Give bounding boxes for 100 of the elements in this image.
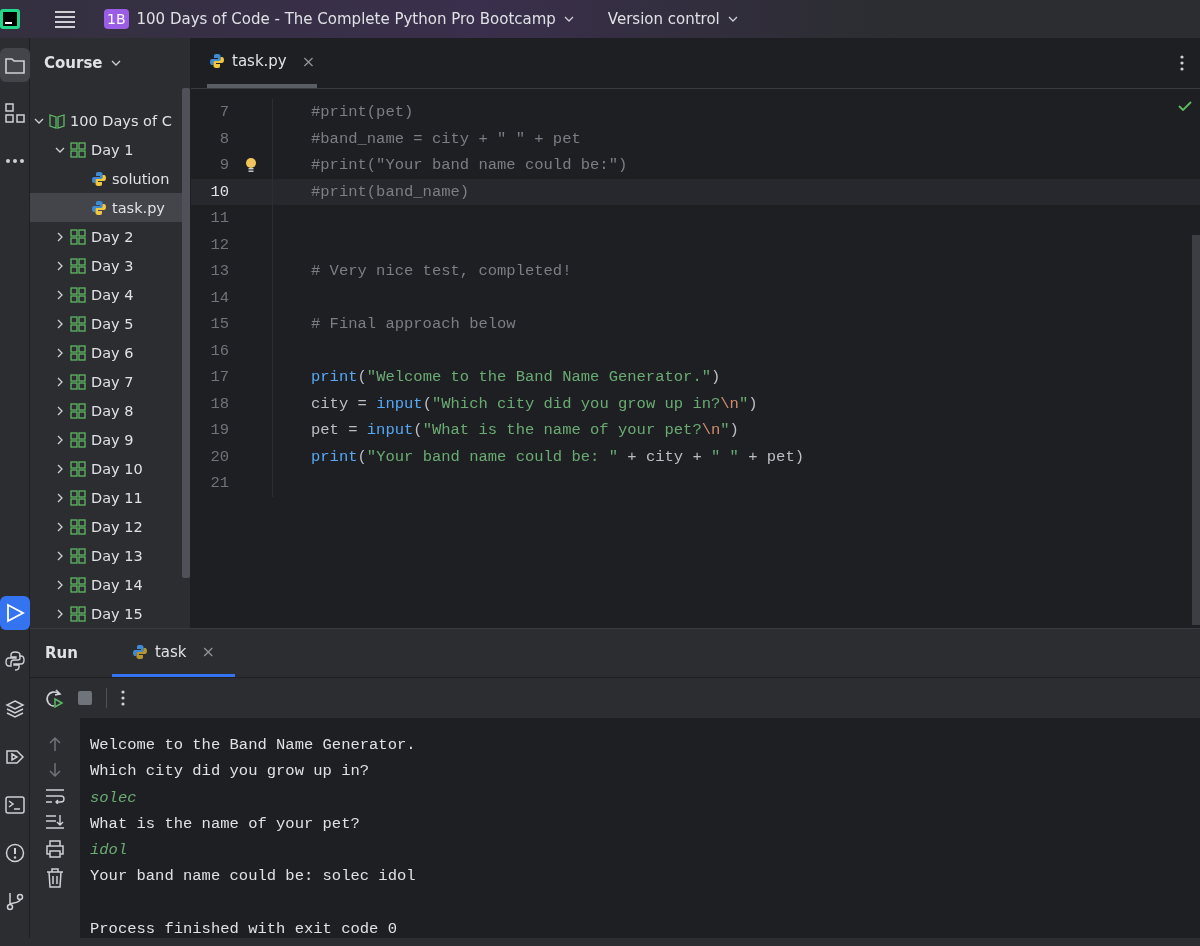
project-selector[interactable]: 1B 100 Days of Code - The Complete Python Pro Bootcamp: [100, 5, 578, 33]
more-icon: [5, 158, 25, 164]
close-tab-button[interactable]: ×: [301, 51, 316, 71]
grid-icon: [70, 518, 86, 535]
line-number: 19: [209, 421, 229, 440]
app-logo-icon: [0, 9, 20, 29]
tree-item[interactable]: Day 7: [30, 367, 182, 396]
chevron-icon[interactable]: [55, 492, 65, 503]
tree-item[interactable]: Day 13: [30, 541, 182, 570]
more-options-icon[interactable]: [121, 690, 125, 706]
grid-icon: [70, 141, 86, 158]
chevron-icon[interactable]: [55, 405, 65, 416]
console-output: What is the name of your pet?: [90, 813, 361, 835]
scrollbar[interactable]: [182, 88, 190, 578]
chevron-icon[interactable]: [55, 260, 65, 271]
tree-item[interactable]: 100 Days of C: [30, 106, 182, 135]
book-icon: [49, 112, 65, 129]
tree-item[interactable]: task.py: [30, 193, 182, 222]
tree-item[interactable]: Day 11: [30, 483, 182, 512]
line-number: 7: [218, 103, 229, 122]
console-output: Process finished with exit code 0: [90, 919, 398, 941]
python-icon: [5, 651, 25, 671]
rerun-icon[interactable]: [44, 688, 64, 708]
console-output: Your band name could be: solec idol: [90, 866, 416, 888]
print-icon[interactable]: [45, 840, 65, 858]
code-line: city = input("Which city did you grow up in?\n"): [310, 394, 758, 413]
soft-wrap-icon[interactable]: [45, 788, 65, 804]
code-line: #print(pet): [310, 103, 414, 122]
tree-item[interactable]: Day 1: [30, 135, 182, 164]
arrow-down-icon[interactable]: [48, 762, 62, 778]
file-tab[interactable]: task.py ×: [207, 38, 318, 88]
tree-item[interactable]: Day 15: [30, 599, 182, 628]
line-number: 20: [209, 447, 229, 466]
chevron-icon[interactable]: [55, 550, 65, 561]
grid-icon: [70, 576, 86, 593]
line-number: 9: [218, 156, 229, 175]
grid-icon: [70, 228, 86, 245]
course-view-selector[interactable]: Course: [40, 50, 125, 76]
chevron-icon[interactable]: [55, 231, 65, 242]
python-file-icon: [209, 53, 225, 69]
user-input-text: solec: [90, 787, 138, 809]
scrollbar[interactable]: [1192, 235, 1200, 625]
line-number: 17: [209, 368, 229, 387]
console-output: Welcome to the Band Name Generator.: [90, 735, 416, 756]
code-line: #print("Your band name could be:"): [310, 156, 628, 175]
chevron-icon[interactable]: [55, 376, 65, 387]
arrow-up-icon[interactable]: [48, 736, 62, 752]
tree-item[interactable]: Day 5: [30, 309, 182, 338]
python-icon: [131, 643, 148, 660]
grid-icon: [70, 489, 86, 506]
more-options-icon[interactable]: [1180, 55, 1184, 71]
chevron-icon[interactable]: [55, 521, 65, 532]
version-control-menu[interactable]: Version control: [603, 6, 742, 32]
services-icon: [5, 747, 25, 767]
line-number: 12: [209, 235, 229, 254]
tool-window-button[interactable]: [0, 596, 30, 630]
chevron-icon[interactable]: [55, 289, 65, 300]
run-icon: [5, 603, 25, 623]
code-line: # Very nice test, completed!: [310, 262, 572, 281]
tree-item[interactable]: solution: [30, 164, 182, 193]
tree-item[interactable]: Day 2: [30, 222, 182, 251]
chevron-icon[interactable]: [55, 434, 65, 445]
lightbulb-icon[interactable]: [244, 157, 257, 174]
line-number: 10: [209, 182, 229, 201]
chevron-icon[interactable]: [55, 608, 65, 619]
tree-item[interactable]: Day 6: [30, 338, 182, 367]
user-input-text: idol: [90, 840, 129, 862]
line-number: 8: [218, 129, 229, 148]
tree-item[interactable]: Day 9: [30, 425, 182, 454]
structure-icon: [5, 103, 25, 123]
trash-icon[interactable]: [46, 868, 64, 888]
layers-icon: [5, 699, 25, 719]
problems-icon: [5, 843, 25, 863]
line-number: 14: [209, 288, 229, 307]
tree-item[interactable]: Day 10: [30, 454, 182, 483]
code-line: print("Welcome to the Band Name Generator."): [310, 368, 721, 387]
tree-item[interactable]: Day 3: [30, 251, 182, 280]
tree-item[interactable]: Day 8: [30, 396, 182, 425]
python-file-icon: [91, 199, 107, 216]
line-number: 16: [209, 341, 229, 360]
menu-icon[interactable]: [54, 10, 76, 28]
tree-item[interactable]: Day 14: [30, 570, 182, 599]
close-tab-button[interactable]: ×: [201, 642, 215, 661]
grid-icon: [70, 373, 86, 390]
chevron-icon[interactable]: [55, 579, 65, 590]
tool-window-button[interactable]: [0, 48, 30, 82]
tree-item[interactable]: Day 12: [30, 512, 182, 541]
git-branch-icon: [5, 891, 25, 911]
chevron-icon[interactable]: [55, 318, 65, 329]
line-number: 13: [209, 262, 229, 281]
tree-item[interactable]: Day 4: [30, 280, 182, 309]
folder-icon: [5, 56, 25, 74]
chevron-icon[interactable]: [55, 463, 65, 474]
chevron-icon[interactable]: [55, 347, 65, 358]
panel-title: Run: [45, 644, 78, 662]
grid-icon: [70, 431, 86, 448]
code-line: pet = input("What is the name of your pet?\n"): [310, 421, 739, 440]
terminal-icon: [5, 796, 25, 814]
scroll-to-end-icon[interactable]: [45, 814, 65, 830]
grid-icon: [70, 402, 86, 419]
